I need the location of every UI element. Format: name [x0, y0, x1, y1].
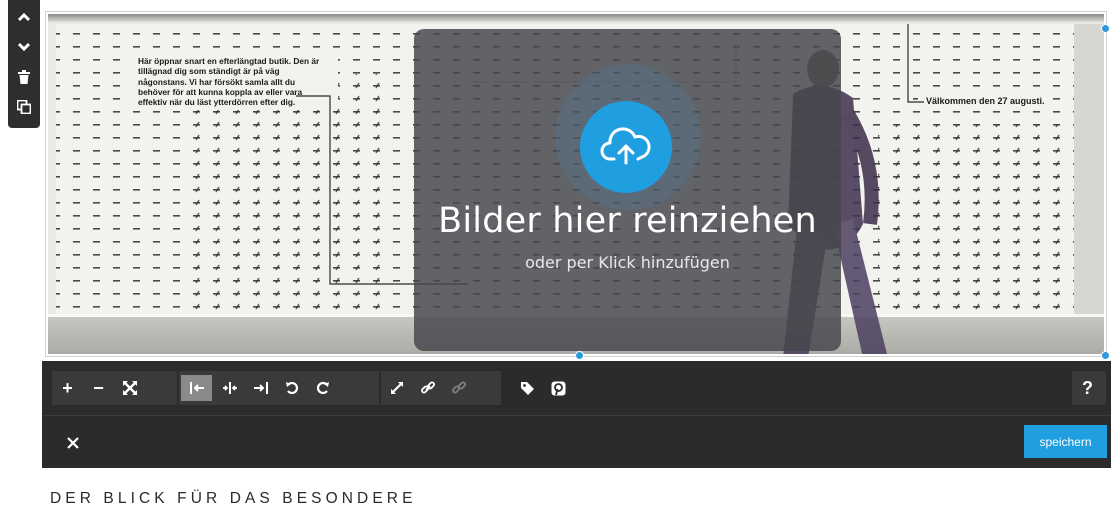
- help-group: ?: [1072, 371, 1106, 405]
- meta-group: [512, 371, 592, 405]
- align-right-icon: [253, 382, 268, 394]
- copy-icon: [17, 100, 31, 114]
- save-button[interactable]: speichern: [1024, 425, 1107, 458]
- chevron-down-icon: [17, 42, 31, 52]
- wall-welcome-text: Välkommen den 27 augusti.: [926, 96, 1045, 106]
- zoom-out-button[interactable]: −: [83, 371, 114, 405]
- delete-button[interactable]: [8, 62, 40, 92]
- link-group: [381, 371, 501, 405]
- pinterest-icon: [551, 381, 566, 395]
- chevron-up-icon: [17, 12, 31, 22]
- section-heading: DER BLICK FÜR DAS BESONDERE: [50, 490, 417, 507]
- close-icon: [67, 437, 79, 449]
- upload-button[interactable]: [580, 101, 672, 193]
- cloud-upload-icon: [600, 127, 651, 165]
- wall-paragraph: Här öppnar snart en efterlängtad butik. …: [138, 56, 320, 108]
- unlink-icon: [451, 381, 466, 394]
- rotate-left-icon: [285, 381, 298, 395]
- diagonal-expand-icon: [390, 382, 403, 394]
- rotate-right-button[interactable]: [307, 371, 338, 405]
- align-rotate-group: [179, 371, 379, 405]
- resize-handle-top-right[interactable]: [1101, 24, 1110, 33]
- unlink-button[interactable]: [443, 371, 474, 405]
- block-side-toolbar: [8, 0, 40, 128]
- align-left-icon: [189, 382, 204, 394]
- rotate-right-icon: [316, 381, 329, 395]
- trash-icon: [18, 70, 30, 84]
- resize-handle-bottom-right[interactable]: [1101, 351, 1110, 360]
- align-left-button[interactable]: [181, 375, 212, 401]
- zoom-group: + −: [52, 371, 177, 405]
- dropzone-title: Bilder hier reinziehen: [438, 201, 817, 241]
- duplicate-button[interactable]: [8, 92, 40, 122]
- editor-footer: speichern: [42, 415, 1111, 468]
- rotate-left-button[interactable]: [276, 371, 307, 405]
- align-right-button[interactable]: [245, 371, 276, 405]
- editor-stage: Här öppnar snart en efterlängtad butik. …: [0, 0, 1111, 507]
- tag-icon: [521, 381, 534, 395]
- close-button[interactable]: [60, 430, 86, 456]
- zoom-in-button[interactable]: +: [52, 371, 83, 405]
- pinterest-button[interactable]: [543, 371, 574, 405]
- tag-button[interactable]: [512, 371, 543, 405]
- help-button[interactable]: ?: [1072, 371, 1103, 405]
- link-icon: [420, 381, 435, 394]
- move-up-button[interactable]: [8, 2, 40, 32]
- fullsize-button[interactable]: [381, 371, 412, 405]
- align-center-button[interactable]: [214, 371, 245, 405]
- image-toolbar: + − ?: [42, 361, 1111, 415]
- link-button[interactable]: [412, 371, 443, 405]
- align-center-icon: [222, 382, 237, 394]
- dropzone-subtitle[interactable]: oder per Klick hinzufügen: [414, 253, 841, 272]
- expand-arrows-icon: [122, 381, 137, 395]
- upload-dropzone[interactable]: Bilder hier reinziehen oder per Klick hi…: [414, 29, 841, 351]
- image-block[interactable]: Här öppnar snart en efterlängtad butik. …: [45, 11, 1107, 357]
- fit-button[interactable]: [114, 371, 145, 405]
- move-down-button[interactable]: [8, 32, 40, 62]
- resize-handle-bottom-center[interactable]: [575, 351, 584, 360]
